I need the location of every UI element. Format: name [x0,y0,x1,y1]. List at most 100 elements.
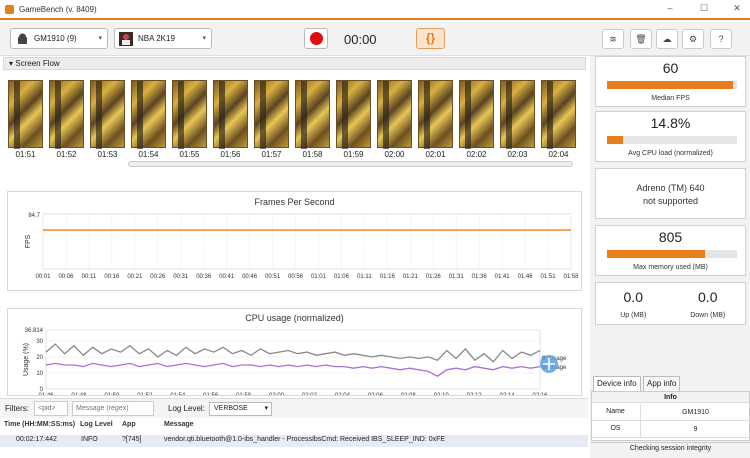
cpu-load-value: 14.8% [650,115,691,131]
x-tick-label: 02:02 [302,393,318,395]
memory-bar-fill [607,250,705,258]
log-row[interactable]: 00:02:17:442 INFO ?[745] vendor.qti.blue… [0,435,588,447]
thumbnail-time-label: 02:04 [548,150,569,159]
tab-app-info[interactable]: App info [643,376,681,391]
chevron-down-icon: ▾ [98,35,102,42]
column-header-time[interactable]: Time (HH:MM:SS:ms) [4,421,75,428]
screen-flow-header[interactable]: ▾ Screen Flow [3,57,586,70]
delete-button[interactable]: 🗑 [630,29,652,49]
pid-filter-input[interactable] [34,401,68,416]
close-button[interactable]: ✕ [727,3,747,14]
screen-flow-thumbnail[interactable] [336,80,371,149]
screen-flow-thumbnail[interactable] [254,80,289,149]
minimize-button[interactable]: – [660,3,680,13]
cpu-card: 14.8% Avg CPU load (normalized) [595,111,746,162]
toolbar: GM1910 (9) ▾ NBA 2K19 ▾ 00:00 {} ≋ 🗑 ☁ ⚙… [0,22,750,56]
thumbnail-time-label: 01:59 [343,150,364,159]
cpu-chart: 36.814302010001:4601:4801:5001:5201:5401… [23,328,567,395]
info-tabs: Device info App info [591,374,750,392]
median-fps-bar-fill [607,81,734,89]
x-tick-label: 00:01 [35,274,51,280]
thumbnail-time-label: 01:57 [261,150,282,159]
cpu-load-bar [607,136,737,144]
settings-button[interactable]: ⚙ [682,29,704,49]
x-tick-label: 01:01 [311,274,327,280]
info-value: GM1910 [640,404,750,421]
x-tick-label: 01:06 [334,274,350,280]
cloud-upload-icon: ☁ [662,34,672,44]
down-label: Down (MB) [690,312,726,319]
log-message: vendor.qti.bluetooth@1.0-ibs_handler - P… [164,436,446,443]
gpu-name: Adreno (TM) 640 [636,183,705,193]
column-header-message[interactable]: Message [164,421,194,428]
x-tick-label: 00:46 [242,274,258,280]
median-fps-bar [607,81,737,89]
x-tick-label: 01:36 [472,274,488,280]
screen-flow-thumbnail[interactable] [172,80,207,149]
thumbnail-time-label: 02:03 [507,150,528,159]
x-tick-label: 02:12 [467,393,483,395]
thumbnail-time-label: 01:51 [15,150,36,159]
screen-flow-thumbnail[interactable] [459,80,494,149]
x-tick-label: 00:51 [265,274,281,280]
x-tick-label: 01:51 [541,274,557,280]
plot-area [45,329,541,390]
game-select[interactable]: NBA 2K19 ▾ [114,28,212,49]
x-tick-label: 02:06 [368,393,384,395]
message-filter-input[interactable] [72,401,154,416]
tab-device-info[interactable]: Device info [593,376,641,391]
trash-icon: 🗑 [635,34,647,44]
x-tick-label: 01:50 [104,393,120,395]
y-tick-label: 20 [36,355,43,361]
x-tick-label: 01:11 [357,274,372,280]
thumbnail-time-label: 02:01 [425,150,446,159]
info-key: Name [606,408,625,415]
collapse-icon: ▾ [9,59,14,68]
thumbnail-time-label: 01:58 [302,150,323,159]
column-header-level[interactable]: Log Level [80,421,113,428]
screen-flow-thumbnail[interactable] [541,80,576,149]
x-tick-label: 01:21 [403,274,419,280]
thumbnail-time-label: 01:53 [97,150,118,159]
chevron-down-icon: ▾ [264,405,268,412]
upload-button[interactable]: ☁ [656,29,678,49]
screen-flow-thumbnail[interactable] [90,80,125,149]
help-button[interactable]: ? [710,29,732,49]
x-tick-label: 01:26 [426,274,442,280]
screen-flow-thumbnail[interactable] [131,80,166,149]
x-tick-label: 01:16 [380,274,396,280]
up-label: Up (MB) [620,312,647,319]
device-select[interactable]: GM1910 (9) ▾ [10,28,108,49]
y-tick-label: 10 [36,371,43,377]
thumbnail-time-label: 01:52 [56,150,77,159]
x-tick-label: 01:41 [495,274,511,280]
screen-flow-title: Screen Flow [15,59,60,68]
screen-flow-thumbnail[interactable] [418,80,453,149]
filters-label: Filters: [5,404,29,413]
integrity-status: Checking session integrity [591,442,750,458]
maximize-button[interactable]: ☐ [694,3,714,14]
x-tick-label: 02:00 [269,393,285,395]
window-title: GameBench (v. 8409) [19,5,97,14]
screen-flow-thumbnail[interactable] [213,80,248,149]
screen-flow-thumbnail[interactable] [377,80,412,149]
screen-flow-scrollbar[interactable] [128,161,573,167]
x-tick-label: 00:26 [150,274,166,280]
screen-flow-thumbnail[interactable] [8,80,43,149]
screen-flow-thumbnail[interactable] [500,80,535,149]
wifi-button[interactable]: ≋ [602,29,624,49]
x-tick-label: 02:08 [401,393,417,395]
y-tick-label: 84.7 [28,213,40,219]
x-tick-label: 00:41 [219,274,235,280]
record-button[interactable] [304,28,328,49]
log-app: ?[745] [122,436,142,443]
log-level-select[interactable]: VERBOSE ▾ [209,402,272,416]
column-header-app[interactable]: App [122,421,136,428]
info-key: OS [610,425,621,432]
info-value: 9 [640,421,750,438]
screen-flow-thumbnail[interactable] [49,80,84,149]
x-tick-label: 02:04 [335,393,351,395]
markers-button[interactable]: {} [416,28,445,49]
screen-flow-thumbnail[interactable] [295,80,330,149]
cpu-load-bar-fill [607,136,623,144]
